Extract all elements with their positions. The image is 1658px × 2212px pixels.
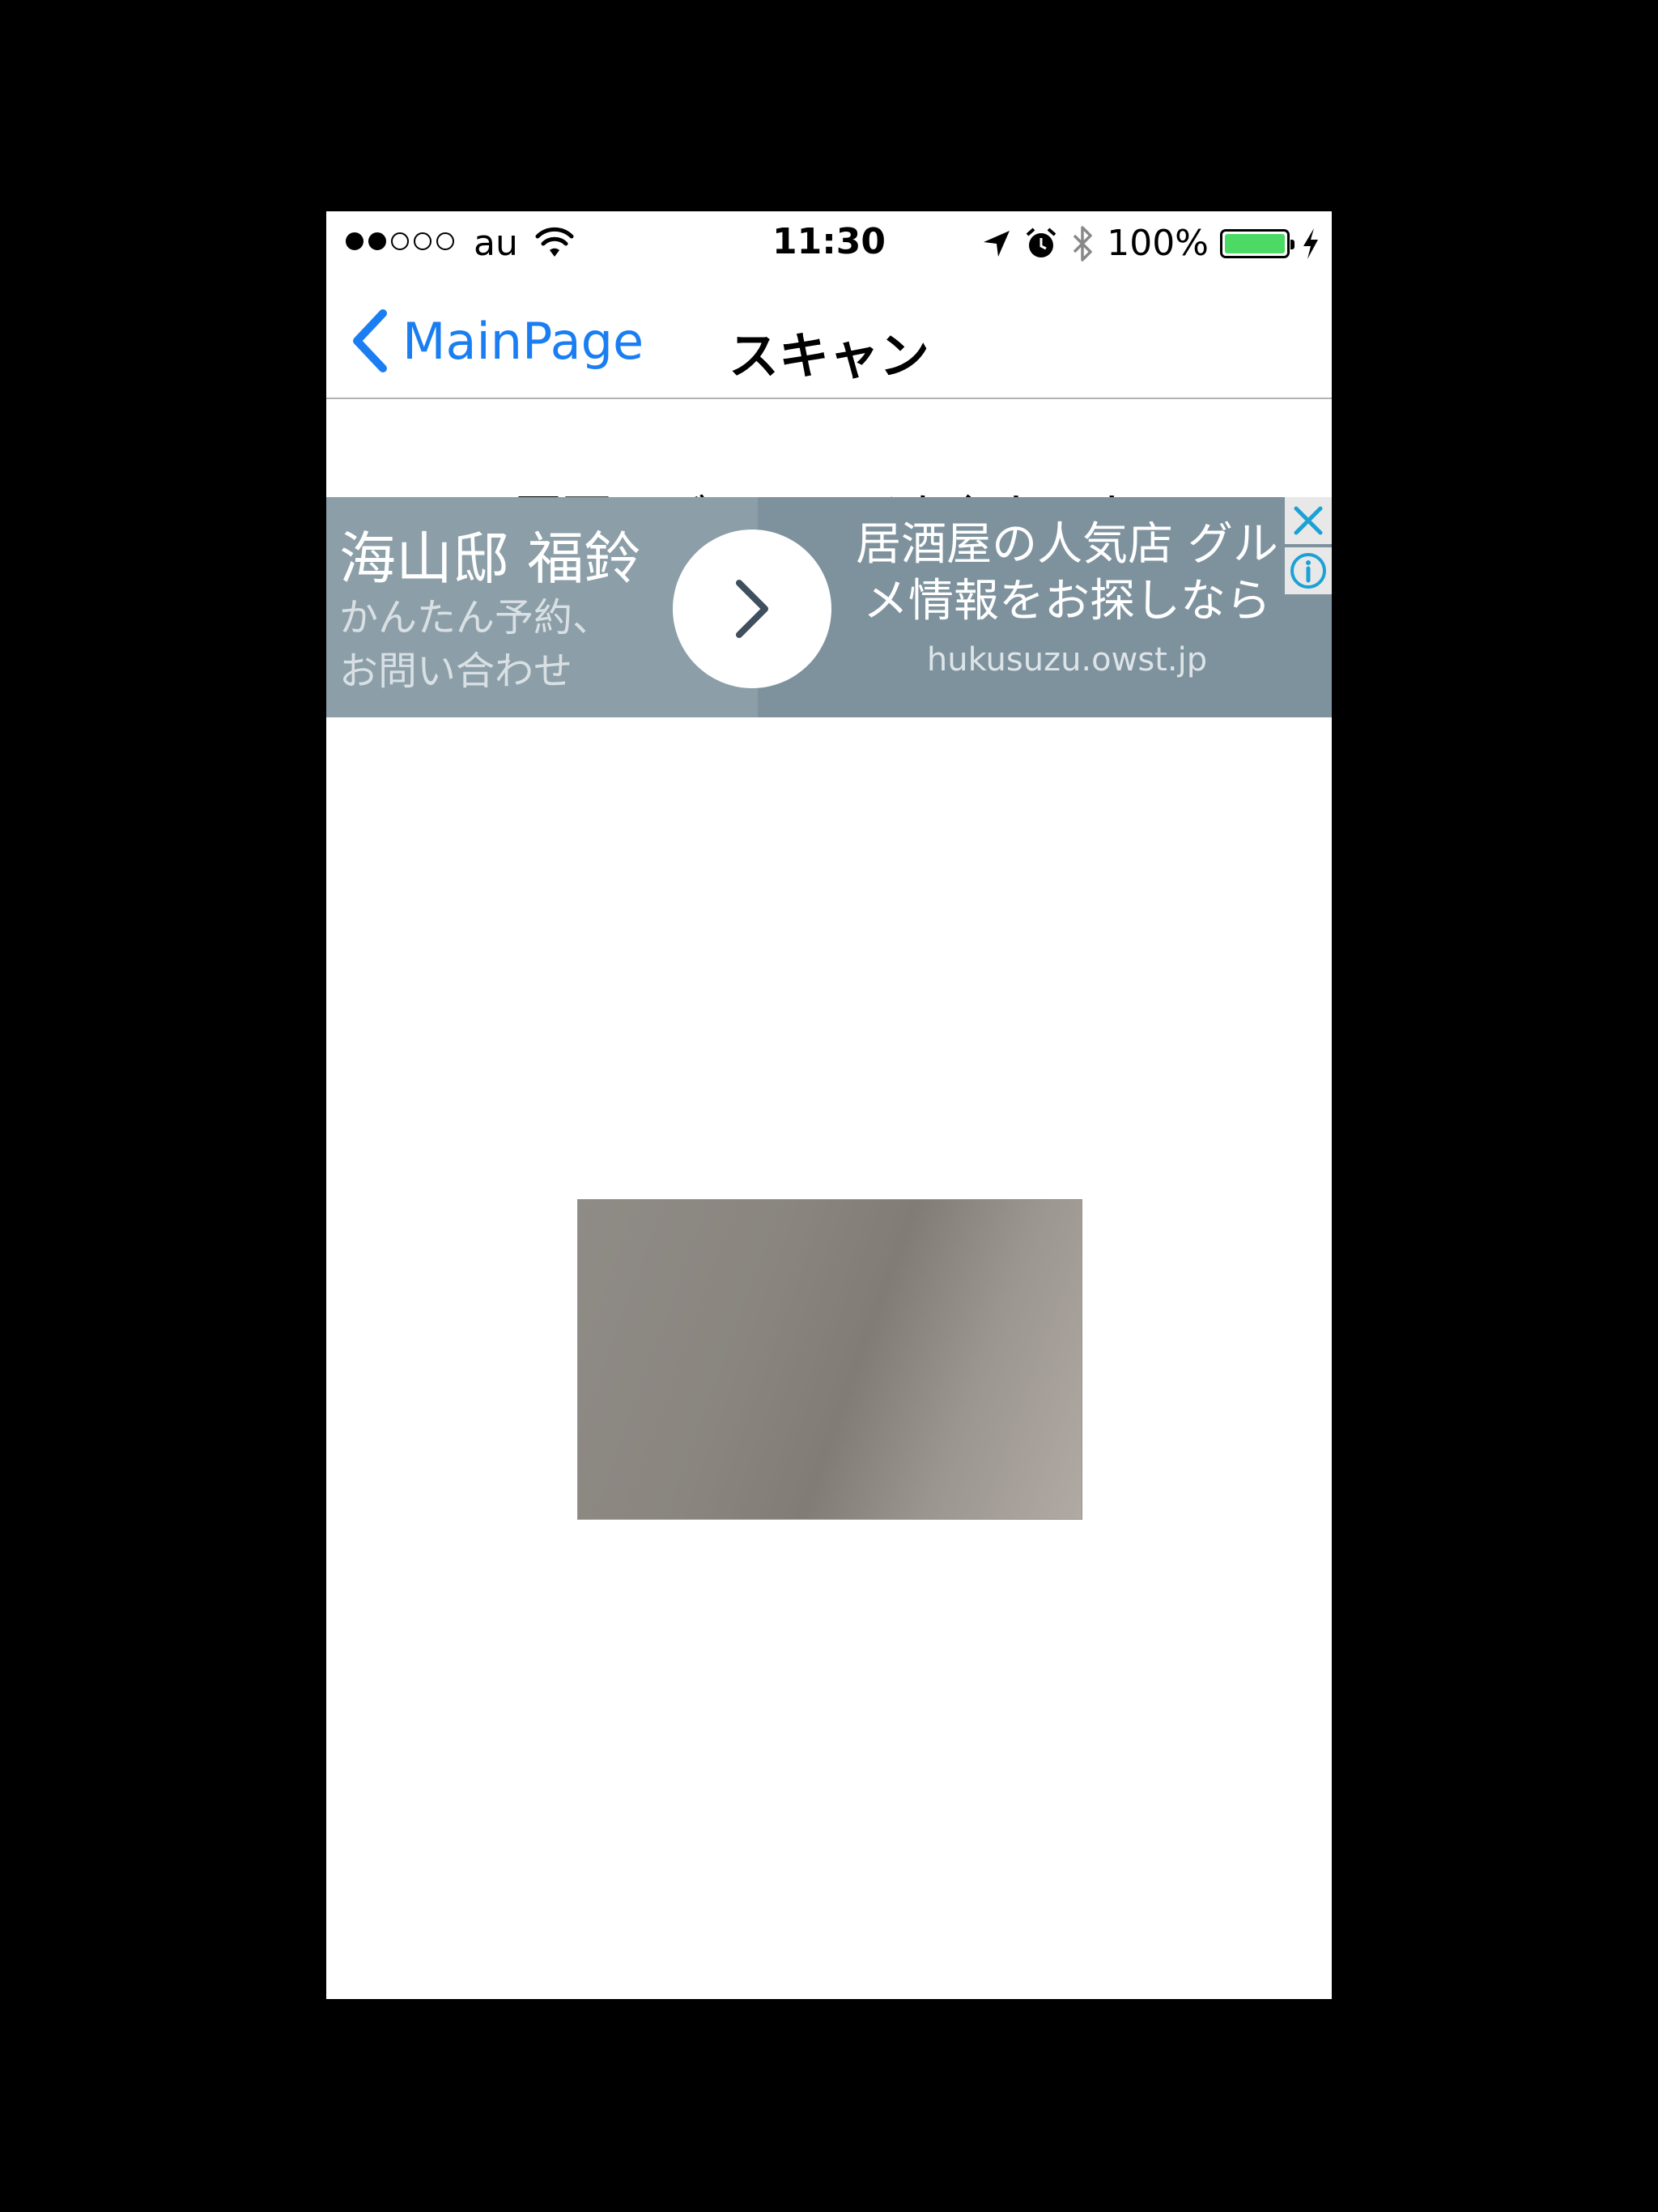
- ad-url: hukusuzu.owst.jp: [926, 641, 1208, 678]
- ad-headline-line: メ情報をお探しなら: [863, 575, 1271, 627]
- close-icon: [1294, 506, 1323, 535]
- battery-fill: [1225, 233, 1285, 253]
- info-icon: [1290, 553, 1326, 589]
- ad-subtext: かんたん予約、 お問い合わせ: [339, 591, 611, 698]
- ad-open-button[interactable]: [673, 530, 831, 688]
- charging-icon: [1303, 228, 1318, 259]
- chevron-right-icon: [736, 580, 768, 638]
- ad-subtext-line: お問い合わせ: [339, 649, 573, 694]
- battery-tip: [1290, 239, 1295, 249]
- bluetooth-icon: [1073, 225, 1092, 262]
- ad-headline-line: 居酒屋の人気店 グル: [856, 518, 1278, 571]
- nav-bar-inner: MainPage スキャン: [326, 276, 1332, 399]
- phone-screen: au 11:30 100% MainPage スキャン 海山邸 福鈴 かんたん予…: [326, 211, 1332, 1999]
- ad-info-button[interactable]: [1285, 547, 1332, 594]
- ad-headline: 居酒屋の人気店 グル メ情報をお探しなら: [840, 517, 1294, 630]
- battery-icon: [1220, 228, 1295, 258]
- battery-percent: 100%: [1107, 223, 1209, 264]
- status-bar: au 11:30 100%: [326, 211, 1332, 276]
- ad-banner[interactable]: 海山邸 福鈴 かんたん予約、 お問い合わせ 居酒屋の人気店 グル メ情報をお探し…: [326, 497, 1332, 717]
- status-right: 100%: [980, 223, 1320, 264]
- ad-brand: 海山邸 福鈴: [339, 525, 641, 592]
- location-arrow-icon: [984, 230, 1010, 257]
- nav-title: スキャン: [728, 326, 929, 385]
- ad-close-button[interactable]: [1285, 497, 1332, 544]
- ad-subtext-line: かんたん予約、: [339, 595, 612, 640]
- camera-preview: [577, 1199, 1082, 1520]
- alarm-icon: [1026, 227, 1056, 257]
